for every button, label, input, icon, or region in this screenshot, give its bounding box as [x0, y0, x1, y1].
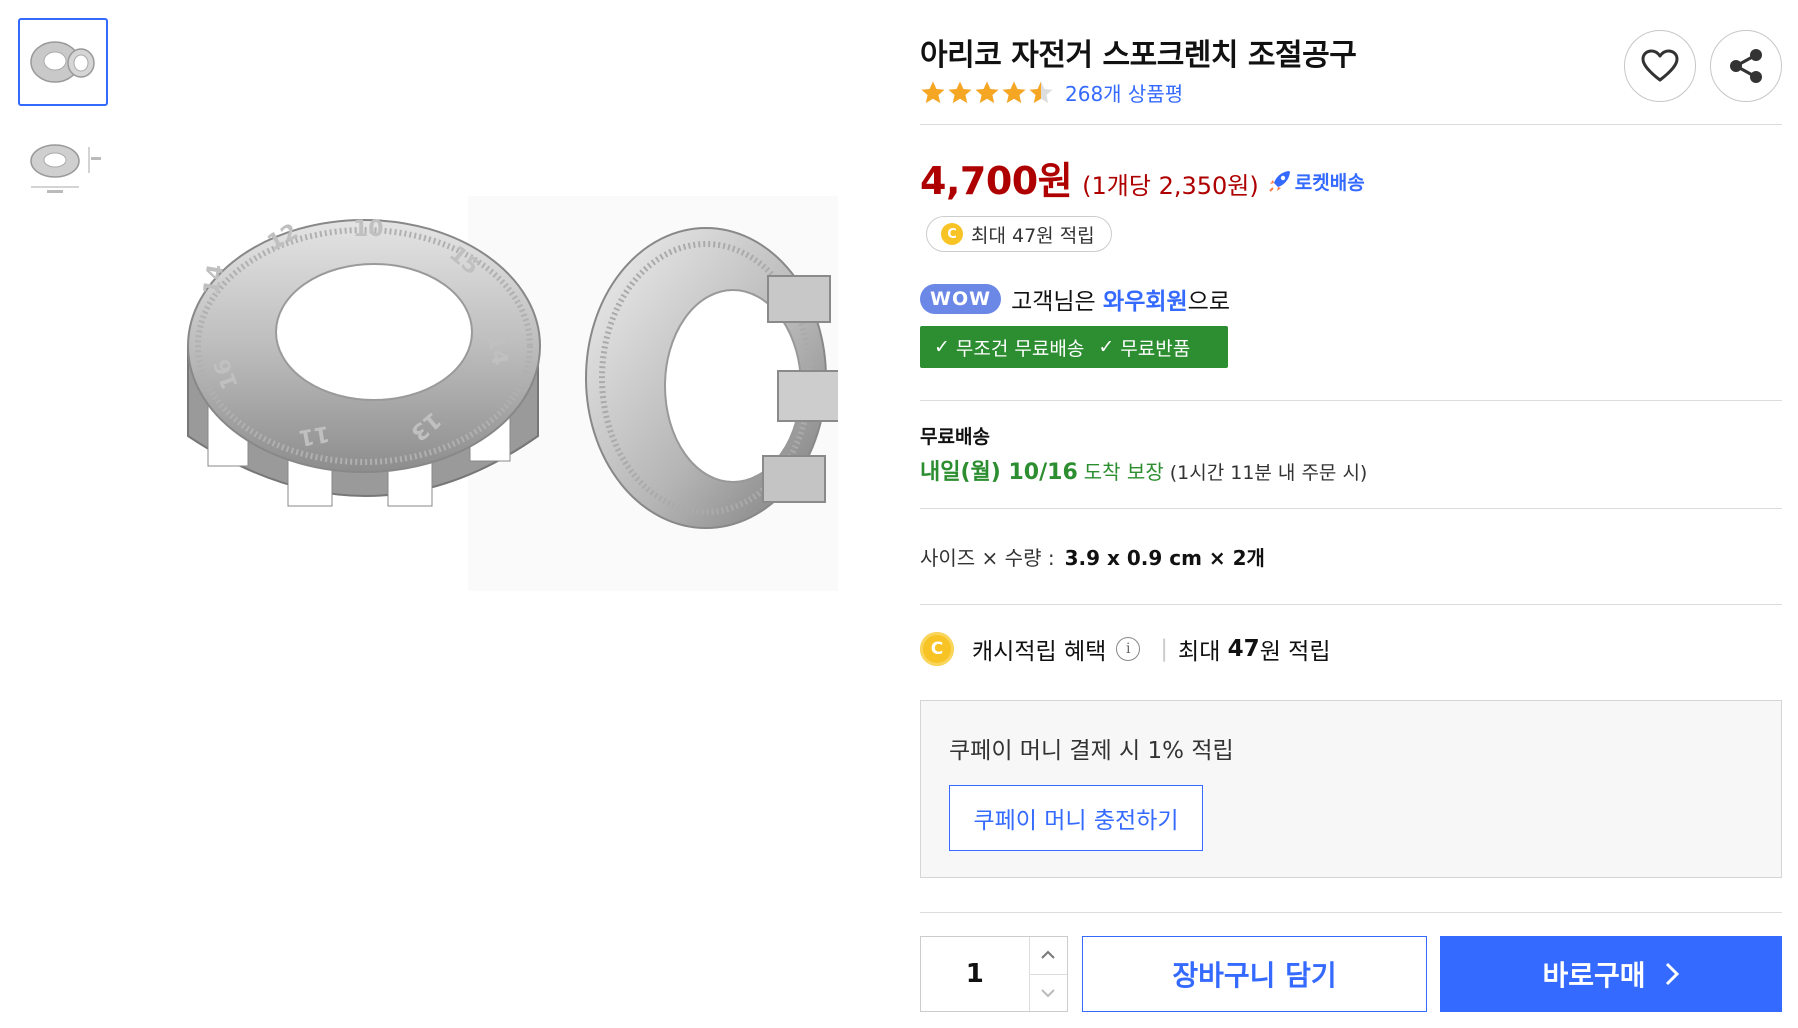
svg-text:11: 11: [297, 420, 332, 450]
price-row: 4,700원 (1개당 2,350원) 로켓배송: [920, 150, 1365, 205]
cash-reward-label: 캐시적립 혜택: [972, 639, 1107, 665]
shipping-title: 무료배송: [920, 426, 990, 448]
cash-amount: 47: [1227, 636, 1260, 662]
size-value: 3.9 x 0.9 cm × 2개: [1064, 546, 1265, 570]
check-icon: ✓: [934, 336, 950, 358]
star-icon: [975, 81, 999, 103]
order-deadline-note: (1시간 11분 내 주문 시): [1169, 462, 1368, 484]
svg-text:10: 10: [353, 217, 384, 242]
coupay-reward-text: 쿠페이 머니 결제 시 1% 적립: [949, 738, 1234, 764]
thumbnail-1[interactable]: [18, 18, 108, 106]
star-icon: [921, 81, 945, 103]
share-icon: [1730, 49, 1762, 83]
spoke-wrench-dimension-thumbnail-image: [30, 144, 101, 193]
star-rating: [920, 80, 1055, 106]
chevron-right-icon: [1665, 962, 1679, 986]
reward-pill: C 최대 47원 적립: [926, 216, 1112, 252]
product-main-image: 10 12 15 14 14 16 11 13: [187, 196, 838, 591]
wow-suffix: 으로: [1187, 289, 1230, 315]
buy-now-button[interactable]: 바로구매: [1440, 936, 1782, 1012]
benefit-free-shipping: ✓ 무조건 무료배송: [934, 334, 1084, 361]
star-icon: [1029, 81, 1053, 103]
benefit-label: 무료반품: [1120, 337, 1191, 360]
buy-now-label: 바로구매: [1542, 959, 1646, 992]
rocket-delivery-label: 로켓배송: [1294, 171, 1365, 194]
add-to-cart-button[interactable]: 장바구니 담기: [1082, 936, 1427, 1012]
wow-benefits-banner: ✓ 무조건 무료배송 ✓ 무료반품: [920, 326, 1228, 368]
svg-text:14: 14: [482, 333, 512, 368]
divider: [920, 604, 1782, 605]
benefit-free-return: ✓ 무료반품: [1098, 334, 1190, 361]
cash-coin-icon: C: [920, 632, 954, 666]
rating-row[interactable]: 268개 상품평: [920, 78, 1183, 107]
divider: [920, 508, 1782, 509]
wow-badge: WOW: [920, 284, 1002, 314]
size-label: 사이즈 × 수량 :: [920, 546, 1055, 570]
benefit-label: 무조건 무료배송: [955, 337, 1085, 360]
rocket-icon: [1269, 171, 1290, 192]
product-title: 아리코 자전거 스포크렌치 조절공구: [920, 38, 1357, 73]
delivery-guarantee: 도착 보장: [1083, 460, 1164, 484]
quantity-increase-button[interactable]: [1029, 937, 1067, 975]
thumbnail-2[interactable]: [18, 122, 108, 210]
coin-icon: C: [941, 223, 963, 245]
svg-text:14: 14: [199, 263, 229, 298]
quantity-stepper[interactable]: 1: [920, 936, 1068, 1012]
star-icon: [1002, 81, 1026, 103]
favorite-button[interactable]: [1624, 30, 1696, 102]
shipping-info: 내일(월) 10/16 도착 보장 (1시간 11분 내 주문 시): [920, 454, 1367, 486]
coupay-money-box: 쿠페이 머니 결제 시 1% 적립 쿠페이 머니 충전하기: [920, 700, 1782, 878]
check-icon: ✓: [1098, 336, 1115, 358]
quantity-decrease-button[interactable]: [1030, 975, 1067, 1012]
wow-member-row: WOW 고객님은 와우회원 으로: [920, 282, 1230, 316]
review-count-link[interactable]: 268개 상품평: [1065, 78, 1183, 107]
divider: [920, 400, 1782, 401]
quantity-stepper-controls: [1029, 937, 1067, 1012]
delivery-date: 내일(월) 10/16: [920, 460, 1078, 485]
add-to-cart-label: 장바구니 담기: [1172, 959, 1337, 992]
heart-icon: [1641, 49, 1679, 82]
divider: [920, 124, 1782, 125]
price: 4,700원: [920, 159, 1073, 203]
star-icon: [948, 81, 972, 103]
quantity-input[interactable]: 1: [921, 937, 1030, 1011]
wow-prefix: 고객님은: [1011, 289, 1104, 315]
cash-reward-row: C 캐시적립 혜택 i | 최대 47 원 적립: [920, 632, 1330, 666]
chevron-down-icon: [1041, 989, 1055, 998]
cash-suffix: 원 적립: [1259, 639, 1331, 665]
chevron-up-icon: [1041, 950, 1055, 959]
coupay-charge-button[interactable]: 쿠페이 머니 충전하기: [949, 785, 1203, 851]
rocket-delivery-badge: 로켓배송: [1267, 168, 1365, 195]
wow-member-label: 와우회원: [1103, 289, 1188, 315]
info-icon[interactable]: i: [1116, 637, 1141, 661]
spoke-wrench-thumbnail-image: [30, 41, 95, 83]
divider: [920, 912, 1782, 913]
share-button[interactable]: [1710, 30, 1782, 102]
cash-prefix: 최대: [1178, 639, 1228, 665]
reward-text: 최대 47원 적립: [971, 224, 1095, 247]
size-quantity-info: 사이즈 × 수량 : 3.9 x 0.9 cm × 2개: [920, 542, 1265, 571]
unit-price: (1개당 2,350원): [1082, 172, 1259, 200]
separator: |: [1160, 636, 1169, 662]
